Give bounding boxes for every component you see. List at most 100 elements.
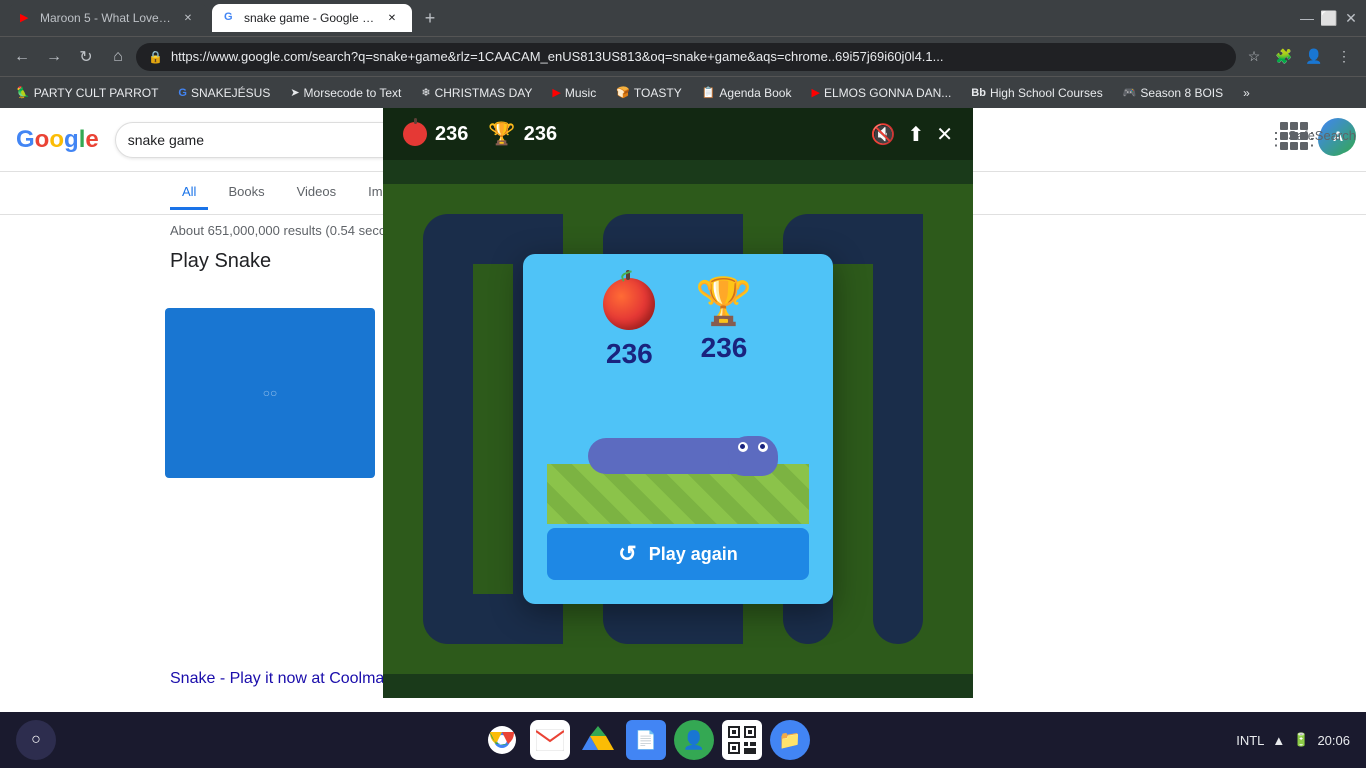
- modal-current-score: 236: [606, 338, 653, 370]
- refresh-icon: ↺: [618, 541, 636, 567]
- bookmark-snakejesus[interactable]: G SNAKEJÉSUS: [170, 82, 278, 104]
- reload-button[interactable]: ↻: [72, 43, 100, 71]
- drive-icon: [582, 726, 614, 754]
- taskbar-right: INTL ▲ 🔋 20:06: [1236, 732, 1350, 748]
- browser-frame: ▶ Maroon 5 - What Lovers Do (Lyri... ✕ G…: [0, 0, 1366, 768]
- bookmarks-bar: 🦜 PARTY CULT PARROT G SNAKEJÉSUS ➤ Morse…: [0, 76, 1366, 108]
- battery-icon: 🔋: [1293, 732, 1309, 748]
- bookmark-label-6: Agenda Book: [719, 86, 791, 100]
- classroom-icon: 👤: [683, 730, 705, 751]
- extensions-icon[interactable]: 🧩: [1270, 43, 1298, 71]
- close-button[interactable]: ✕: [1344, 11, 1358, 25]
- modal-high-score: 236: [701, 332, 748, 364]
- bookmark-agenda[interactable]: 📋 Agenda Book: [694, 82, 800, 104]
- files-icon: 📁: [779, 730, 801, 751]
- thumb-placeholder: ○○: [263, 386, 278, 400]
- game-over-modal: 236 🏆 236: [523, 254, 833, 604]
- home-button[interactable]: ⌂: [104, 43, 132, 71]
- search-nav-books[interactable]: Books: [216, 176, 276, 210]
- bookmark-highschool[interactable]: Bb High School Courses: [963, 82, 1110, 104]
- google-logo: Google: [16, 126, 99, 154]
- taskbar-gmail[interactable]: [530, 720, 570, 760]
- mute-button[interactable]: 🔇: [871, 122, 896, 147]
- taskbar-drive[interactable]: [578, 720, 618, 760]
- game-container: 236 🏆 236 🔇 ⬆ ✕: [383, 108, 973, 698]
- main-content: Google snake game ⋮⋮⋮ A All Books Videos…: [0, 108, 1366, 768]
- gmail-icon: [536, 729, 564, 751]
- bookmarks-more-icon: »: [1243, 86, 1250, 100]
- bookmark-label-1: SNAKEJÉSUS: [191, 86, 270, 100]
- snake-scene: [547, 394, 809, 524]
- menu-icon[interactable]: ⋮: [1330, 43, 1358, 71]
- taskbar-apps: 📄 👤: [64, 720, 1228, 760]
- share-button[interactable]: ⬆: [907, 122, 924, 147]
- profile-icon[interactable]: 👤: [1300, 43, 1328, 71]
- snake-body: [588, 438, 768, 474]
- play-again-label: Play again: [649, 544, 738, 565]
- bookmark-favicon-2: ➤: [290, 86, 299, 99]
- bookmark-favicon-5: 🍞: [616, 86, 630, 99]
- tab-2[interactable]: G snake game - Google Search ✕: [212, 4, 412, 32]
- start-icon: ○: [31, 731, 41, 749]
- chrome-icon: [486, 724, 518, 756]
- taskbar-chrome[interactable]: [482, 720, 522, 760]
- bookmark-label-3: CHRISTMAS DAY: [435, 86, 533, 100]
- bookmark-label-2: Morsecode to Text: [304, 86, 402, 100]
- tab-2-close[interactable]: ✕: [384, 10, 400, 26]
- high-score-display: 🏆 236: [488, 121, 557, 147]
- bookmark-elmos[interactable]: ▶ ELMOS GONNA DAN...: [803, 82, 959, 104]
- close-game-button[interactable]: ✕: [936, 122, 953, 147]
- qr-icon: [728, 726, 756, 754]
- play-again-button[interactable]: ↺ Play again: [547, 528, 809, 580]
- taskbar-start-button[interactable]: ○: [16, 720, 56, 760]
- clock: 20:06: [1317, 733, 1350, 748]
- modal-trophy-score: 🏆 236: [695, 278, 752, 370]
- bookmark-favicon-9: 🎮: [1123, 86, 1137, 99]
- minimize-button[interactable]: —: [1300, 11, 1314, 25]
- tab-1-favicon: ▶: [20, 11, 34, 25]
- high-score-value: 236: [524, 123, 557, 146]
- current-score-display: 236: [403, 122, 468, 146]
- taskbar-files[interactable]: 📁: [770, 720, 810, 760]
- bookmark-party-cult-parrot[interactable]: 🦜 PARTY CULT PARROT: [8, 82, 166, 104]
- search-nav-videos[interactable]: Videos: [285, 176, 349, 210]
- bookmark-music[interactable]: ▶ Music: [544, 82, 604, 104]
- snake-eye-left: [738, 442, 748, 452]
- forward-button[interactable]: →: [40, 43, 68, 71]
- taskbar-classroom[interactable]: 👤: [674, 720, 714, 760]
- search-nav-all[interactable]: All: [170, 176, 208, 210]
- bookmarks-more[interactable]: »: [1235, 82, 1258, 104]
- bookmark-label-8: High School Courses: [990, 86, 1103, 100]
- bookmark-favicon-3: ❄: [421, 86, 430, 99]
- snake-head: [728, 436, 778, 476]
- modal-apple-icon: [603, 278, 655, 330]
- taskbar-docs[interactable]: 📄: [626, 720, 666, 760]
- modal-trophy-icon: 🏆: [695, 278, 752, 324]
- bookmark-star-icon[interactable]: ☆: [1240, 43, 1268, 71]
- wifi-icon: ▲: [1272, 733, 1285, 748]
- bookmark-label-5: TOASTY: [634, 86, 682, 100]
- address-bar[interactable]: 🔒 https://www.google.com/search?q=snake+…: [136, 43, 1236, 71]
- back-button[interactable]: ←: [8, 43, 36, 71]
- bookmark-season8[interactable]: 🎮 Season 8 BOIS: [1115, 82, 1231, 104]
- modal-apple-score: 236: [603, 278, 655, 370]
- bookmark-label-7: ELMOS GONNA DAN...: [824, 86, 951, 100]
- bookmark-toasty[interactable]: 🍞 TOASTY: [608, 82, 690, 104]
- maximize-button[interactable]: ⬜: [1322, 11, 1336, 25]
- trophy-icon: 🏆: [488, 121, 515, 147]
- tab-2-title: snake game - Google Search: [244, 11, 378, 25]
- tab-1[interactable]: ▶ Maroon 5 - What Lovers Do (Lyri... ✕: [8, 4, 208, 32]
- bookmark-favicon-7: ▶: [811, 86, 819, 99]
- tab-1-close[interactable]: ✕: [180, 10, 196, 26]
- taskbar-qr[interactable]: [722, 720, 762, 760]
- new-tab-button[interactable]: +: [416, 4, 444, 32]
- bookmark-morsecode[interactable]: ➤ Morsecode to Text: [282, 82, 409, 104]
- current-score-value: 236: [435, 123, 468, 146]
- snake-thumb-inner: ○○: [165, 308, 375, 478]
- taskbar: ○: [0, 712, 1366, 768]
- bookmark-christmas-day[interactable]: ❄ CHRISTMAS DAY: [413, 82, 540, 104]
- snake-thumbnail: ○○: [165, 308, 375, 478]
- bookmark-favicon-0: 🦜: [16, 86, 30, 99]
- keyboard-layout: INTL: [1236, 733, 1264, 748]
- safesearch-text: SafeSearch: [1288, 128, 1356, 143]
